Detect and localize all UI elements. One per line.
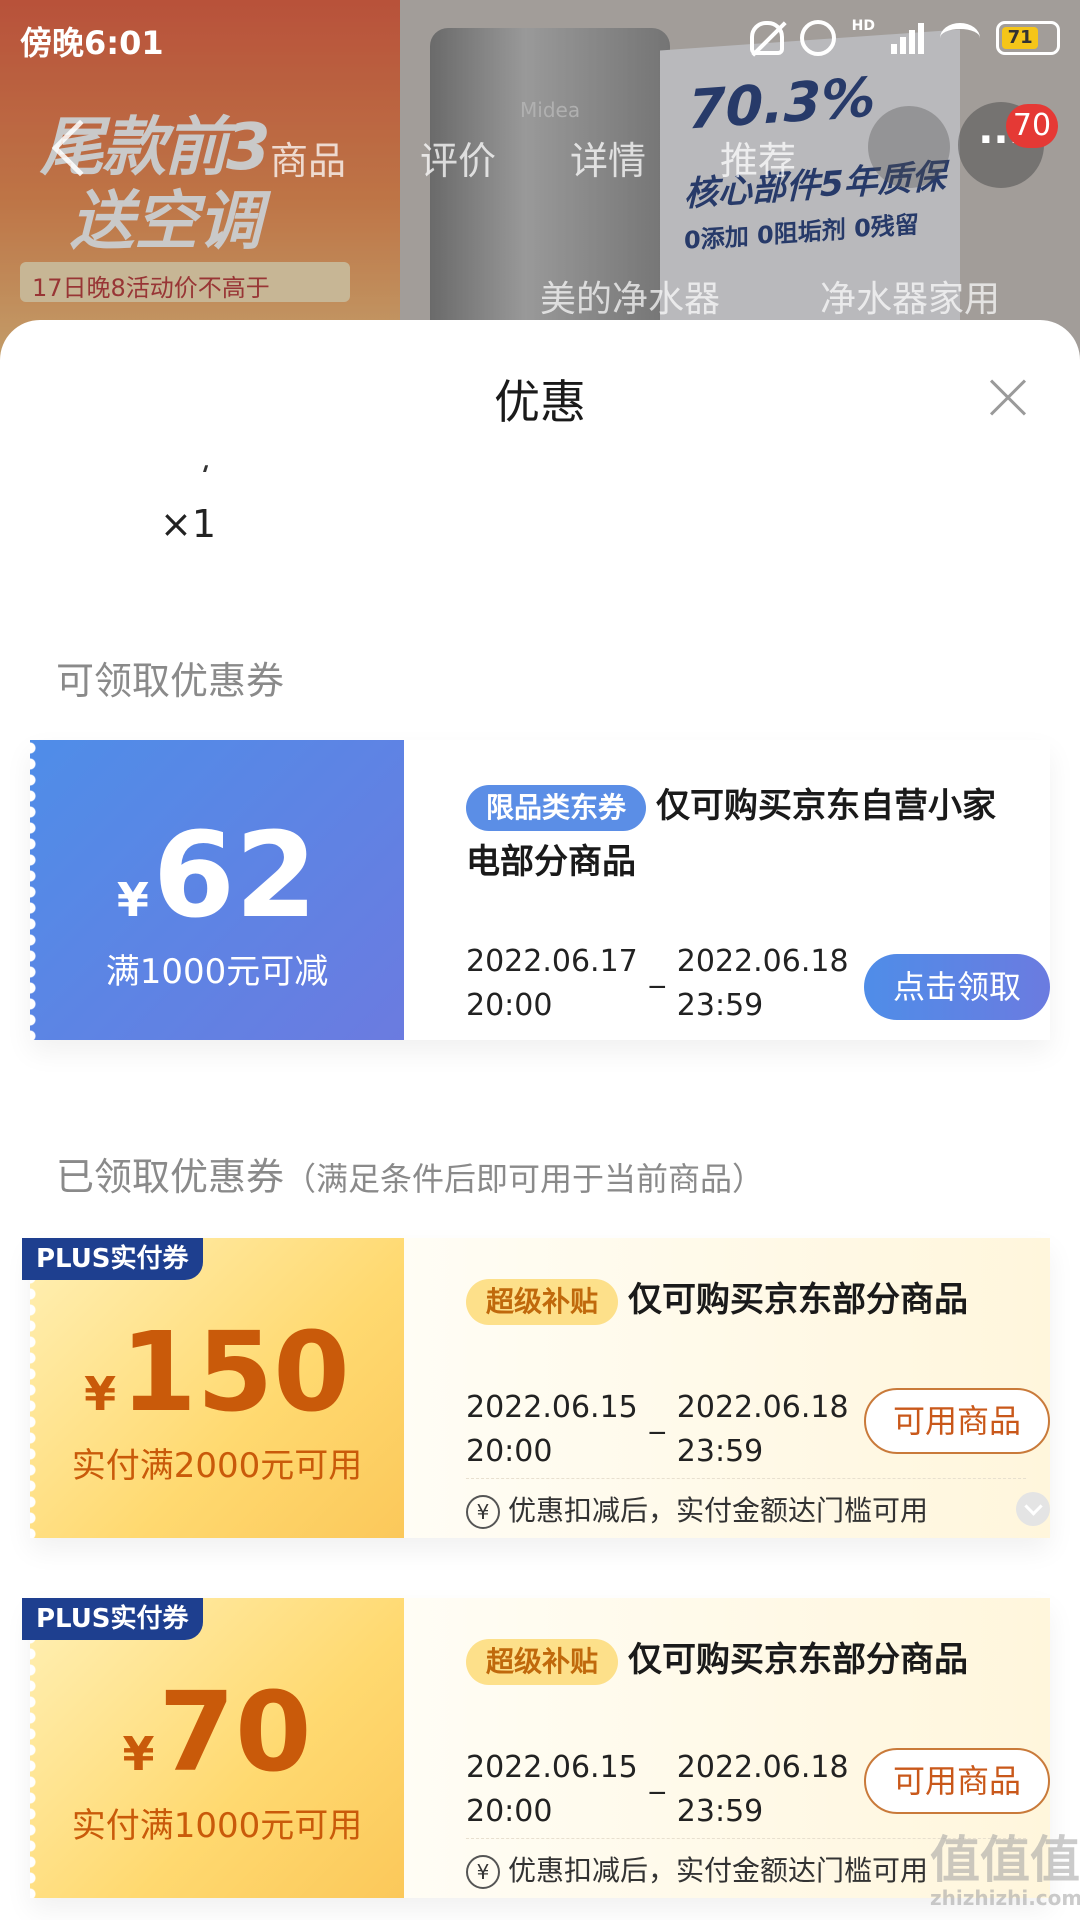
coupon-validity: 2022.06.15 20:00 _ 2022.06.18 23:59 xyxy=(466,1386,849,1474)
end-time: 23:59 xyxy=(676,1794,764,1829)
date-separator: _ xyxy=(649,1760,665,1795)
mute-bell-icon xyxy=(749,21,784,55)
sub-tab[interactable]: 美的净水器 xyxy=(540,270,720,322)
end-time: 23:59 xyxy=(676,1434,764,1469)
yen-circle-icon: ¥ xyxy=(466,1495,500,1529)
offers-sheet: 优惠 一/ ×1 可领取优惠券 ¥62 满1000元可减 限品类东券仅可购买京东… xyxy=(0,320,1080,1920)
currency-symbol: ¥ xyxy=(122,1727,155,1781)
coupon-claimed: PLUS实付券 ¥70 实付满1000元可用 超级补贴 仅可购买京东部分商品 20… xyxy=(22,1598,1050,1898)
end-datetime: 2022.06.18 23:59 xyxy=(677,1746,849,1834)
applicable-products-button[interactable]: 可用商品 xyxy=(864,1748,1050,1814)
hd-icon: HD xyxy=(851,18,875,34)
end-time: 23:59 xyxy=(676,988,764,1023)
currency-symbol: ¥ xyxy=(84,1367,117,1421)
chevron-down-icon[interactable] xyxy=(1016,1492,1050,1526)
coupon-value-panel: PLUS实付券 ¥150 实付满2000元可用 xyxy=(22,1238,404,1538)
tab-recommend[interactable]: 推荐 xyxy=(720,130,796,185)
coupon-value-panel: ¥62 满1000元可减 xyxy=(30,740,404,1040)
coupon-description: 超级补贴 仅可购买京东部分商品 xyxy=(466,1632,1026,1688)
date-separator: _ xyxy=(649,954,665,989)
start-date: 2022.06.17 xyxy=(466,944,638,979)
start-datetime: 2022.06.17 20:00 xyxy=(466,940,638,1028)
start-time: 20:00 xyxy=(466,1434,553,1469)
alarm-icon xyxy=(799,20,836,56)
coupon-type-tag: 超级补贴 xyxy=(466,1278,619,1325)
start-time: 20:00 xyxy=(466,1794,553,1829)
coupon-value-panel: PLUS实付券 ¥70 实付满1000元可用 xyxy=(22,1598,404,1898)
tab-product[interactable]: 商品 xyxy=(270,130,346,185)
plus-coupon-tag: PLUS实付券 xyxy=(22,1238,203,1280)
coupon-scope: 仅可购买京东部分商品 xyxy=(628,1640,969,1680)
tip-text: 优惠扣减后，实付金额达门槛可用 xyxy=(508,1494,929,1527)
share-button[interactable] xyxy=(868,106,950,188)
coupon-condition: 满1000元可减 xyxy=(105,952,329,992)
coupon-amount: ¥62 xyxy=(30,806,404,944)
coupon-type-tag: 限品类东券 xyxy=(466,784,647,831)
claimed-section-title: 已领取优惠券（满足条件后即可用于当前商品） xyxy=(56,1146,764,1201)
coupon-description: 超级补贴 仅可购买京东部分商品 xyxy=(466,1272,1026,1328)
end-datetime: 2022.06.18 23:59 xyxy=(677,1386,849,1474)
status-bar: 傍晚6:01 HD 71 xyxy=(0,0,1080,76)
start-datetime: 2022.06.15 20:00 xyxy=(466,1746,638,1834)
yen-circle-icon: ¥ xyxy=(466,1855,500,1889)
end-date: 2022.06.18 xyxy=(676,1390,849,1425)
tab-reviews[interactable]: 评价 xyxy=(420,130,496,185)
currency-symbol: ¥ xyxy=(116,873,149,927)
battery-level: 71 xyxy=(1002,27,1039,49)
signal-icon xyxy=(891,22,924,54)
coupon-amount: ¥70 xyxy=(30,1668,404,1796)
tip-text: 优惠扣减后，实付金额达门槛可用 xyxy=(508,1854,929,1887)
coupon-scope: 仅可购买京东部分商品 xyxy=(628,1280,969,1320)
amount-value: 70 xyxy=(158,1668,312,1796)
coupon-type-tag: 超级补贴 xyxy=(466,1638,619,1685)
coupon-detail-panel: 限品类东券 仅可购买京东自营小家电部分商品 2022.06.17 20:00_ 202… xyxy=(404,740,1050,1040)
coupon-condition: 实付满2000元可用 xyxy=(71,1446,363,1486)
wifi-icon xyxy=(940,23,980,53)
watermark-text: 值值值 xyxy=(930,1831,1080,1889)
start-date: 2022.06.15 xyxy=(466,1750,638,1785)
watermark-url: zhizhizhi.com xyxy=(930,1886,1080,1910)
coupon-amount: ¥150 xyxy=(30,1308,404,1436)
date-separator: _ xyxy=(649,1400,665,1435)
close-icon[interactable] xyxy=(988,378,1028,418)
site-watermark: 值值值 zhizhizhi.com xyxy=(930,1820,1080,1910)
start-datetime: 2022.06.15 20:00 xyxy=(466,1386,638,1474)
claimed-title-text: 已领取优惠券 xyxy=(56,1155,285,1199)
claimable-section-title: 可领取优惠券 xyxy=(56,659,285,703)
claim-coupon-button[interactable]: 点击领取 xyxy=(864,954,1050,1020)
sub-tab[interactable]: 净水器家用 xyxy=(820,270,1000,322)
message-count-badge: 70 xyxy=(1006,104,1058,148)
truncated-text: 一/ xyxy=(160,450,208,472)
coupon-validity: 2022.06.15 20:00 _ 2022.06.18 23:59 xyxy=(466,1746,849,1834)
sheet-title: 优惠 xyxy=(494,375,586,429)
claimed-note: （满足条件后即可用于当前商品） xyxy=(284,1160,765,1198)
coupon-claimed: PLUS实付券 ¥150 实付满2000元可用 超级补贴 仅可购买京东部分商品 2… xyxy=(22,1238,1050,1538)
status-time: 傍晚6:01 xyxy=(20,24,164,62)
amount-value: 150 xyxy=(120,1308,350,1436)
tab-details[interactable]: 详情 xyxy=(570,130,646,185)
end-date: 2022.06.18 xyxy=(676,944,849,979)
battery-icon: 71 xyxy=(996,21,1060,55)
end-datetime: 2022.06.18 23:59 xyxy=(677,940,849,1028)
coupon-tip: ¥ 优惠扣减后，实付金额达门槛可用 xyxy=(466,1478,1026,1529)
coupon-description: 限品类东券 仅可购买京东自营小家电部分商品 xyxy=(466,778,1026,890)
applicable-products-button[interactable]: 可用商品 xyxy=(864,1388,1050,1454)
status-icons: HD 71 xyxy=(749,16,1060,60)
coupon-claimable: ¥62 满1000元可减 限品类东券 仅可购买京东自营小家电部分商品 2022.0… xyxy=(30,740,1050,1040)
end-date: 2022.06.18 xyxy=(676,1750,849,1785)
plus-coupon-tag: PLUS实付券 xyxy=(22,1598,203,1640)
quantity-label: ×1 xyxy=(160,502,217,546)
start-date: 2022.06.15 xyxy=(466,1390,638,1425)
amount-value: 62 xyxy=(152,806,318,944)
start-time: 20:00 xyxy=(466,988,553,1023)
coupon-condition: 实付满1000元可用 xyxy=(71,1806,363,1846)
coupon-detail-panel: 超级补贴 仅可购买京东部分商品 2022.06.15 20:00_ 2022.06.1… xyxy=(404,1238,1050,1538)
coupon-validity: 2022.06.17 20:00 _ 2022.06.18 23:59 xyxy=(466,940,849,1028)
